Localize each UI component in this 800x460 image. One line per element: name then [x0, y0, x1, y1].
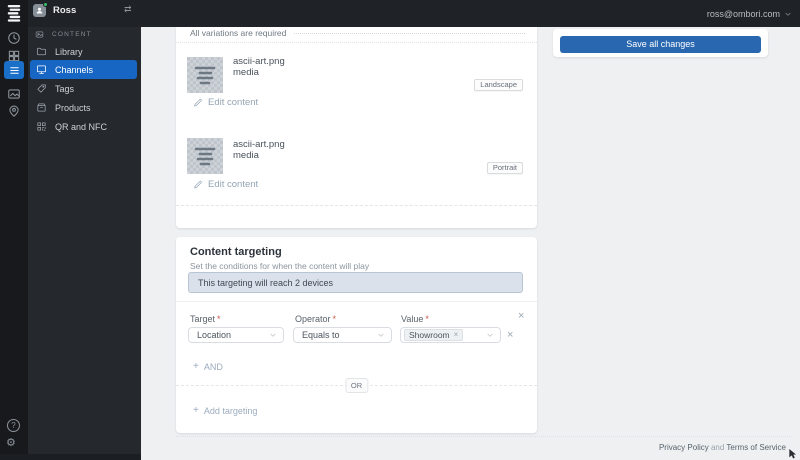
media-file-name: ascii-art.png media — [233, 56, 285, 78]
sidebar-item-products[interactable]: Products — [30, 98, 137, 117]
pencil-icon — [194, 180, 202, 188]
locations-pin-icon[interactable] — [7, 104, 21, 118]
operator-select[interactable]: Equals to — [293, 327, 392, 343]
sidebar-item-channels[interactable]: Channels — [30, 60, 137, 79]
remove-rule-icon[interactable]: × — [518, 311, 524, 322]
remove-condition-icon[interactable]: × — [507, 330, 513, 341]
settings-gear-icon[interactable]: ⚙ — [6, 436, 16, 449]
plus-icon: + — [193, 361, 199, 372]
target-select[interactable]: Location — [188, 327, 284, 343]
box-icon — [37, 103, 46, 112]
save-card: Save all changes — [553, 29, 768, 57]
switch-workspace-icon[interactable]: ⇄ — [124, 4, 132, 15]
target-label: Target * — [190, 314, 221, 324]
required-mark: * — [217, 314, 221, 324]
workspace-name: Ross — [53, 5, 77, 16]
edit-content-link[interactable]: Edit content — [193, 179, 258, 190]
media-thumbnail[interactable] — [187, 57, 223, 93]
operator-label: Operator * — [295, 314, 337, 324]
targeting-subtitle: Set the conditions for when the content … — [190, 261, 370, 271]
variations-bottom-divider — [176, 205, 537, 206]
qr-icon — [37, 122, 46, 131]
content-section-header-icon — [35, 31, 44, 38]
or-badge: OR — [344, 378, 369, 393]
targeting-reach-message: This targeting will reach 2 devices — [198, 277, 334, 288]
note-divider-line — [294, 32, 525, 34]
top-bar: Ross ⇄ ross@ombori.com — [28, 0, 800, 27]
required-mark: * — [332, 314, 337, 324]
sidebar-bottom-strip — [0, 454, 141, 460]
chevron-down-icon — [270, 333, 276, 337]
orientation-badge: Portrait — [486, 162, 523, 174]
tag-icon — [37, 84, 46, 93]
content-section-icon[interactable] — [4, 61, 24, 79]
value-label: Value * — [401, 314, 429, 324]
help-icon[interactable]: ? — [7, 419, 20, 432]
ombori-logo-icon[interactable] — [5, 5, 23, 22]
plus-icon: + — [193, 405, 199, 416]
add-targeting-link[interactable]: + Add targeting — [193, 405, 257, 416]
privacy-policy-link[interactable]: Privacy Policy — [659, 443, 709, 452]
mouse-cursor — [789, 449, 796, 459]
required-mark: * — [425, 314, 429, 324]
chevron-down-icon — [785, 12, 791, 16]
media-rail-icon[interactable] — [7, 87, 21, 101]
value-multiselect[interactable]: Showroom × — [400, 327, 501, 343]
orientation-badge: Landscape — [474, 79, 523, 91]
add-and-condition-link[interactable]: + AND — [193, 361, 223, 372]
display-icon — [36, 65, 47, 74]
footer-links: Privacy Policy and Terms of Service — [659, 443, 786, 452]
targeting-divider — [176, 301, 537, 302]
variations-note-row: All variations are required — [190, 28, 525, 38]
targeting-title: Content targeting — [190, 246, 282, 258]
sidebar-item-tags[interactable]: Tags — [30, 79, 137, 98]
save-all-changes-button[interactable]: Save all changes — [560, 36, 761, 53]
sidebar-item-library[interactable]: Library — [30, 42, 137, 61]
workspace-user-chip[interactable]: Ross — [33, 2, 77, 17]
chevron-down-icon — [487, 333, 493, 337]
section-divider — [176, 42, 537, 43]
targeting-reach-banner: This targeting will reach 2 devices — [188, 272, 523, 293]
sidebar-section-content: CONTENT — [35, 30, 92, 39]
remove-tag-icon[interactable]: × — [454, 331, 459, 339]
account-menu[interactable]: ross@ombori.com — [707, 0, 792, 27]
schedule-icon[interactable] — [7, 31, 21, 45]
terms-of-service-link[interactable]: Terms of Service — [726, 443, 786, 452]
sidebar-item-qr-and-nfc[interactable]: QR and NFC — [30, 117, 137, 136]
footer-divider — [176, 436, 792, 437]
footer-conjunction: and — [710, 443, 725, 452]
value-tag: Showroom × — [404, 329, 464, 341]
content-targeting-card: Content targeting Set the conditions for… — [176, 237, 537, 433]
avatar — [33, 2, 48, 17]
main-content: All variations are required ascii-art.pn… — [141, 27, 800, 460]
media-file-name: ascii-art.png media — [233, 139, 285, 161]
variations-card: All variations are required ascii-art.pn… — [176, 27, 537, 228]
account-email: ross@ombori.com — [706, 8, 780, 19]
edit-content-link[interactable]: Edit content — [193, 97, 258, 108]
sidebar: CONTENT Library Channels Tags Products Q… — [28, 27, 141, 460]
online-status-dot — [43, 2, 48, 7]
chevron-down-icon — [378, 333, 384, 337]
icon-rail: ? ⚙ — [0, 0, 28, 460]
folder-icon — [36, 47, 47, 56]
variations-note: All variations are required — [190, 28, 287, 38]
sidebar-section-label: CONTENT — [52, 31, 92, 38]
media-thumbnail[interactable] — [187, 138, 223, 174]
pencil-icon — [194, 98, 202, 106]
